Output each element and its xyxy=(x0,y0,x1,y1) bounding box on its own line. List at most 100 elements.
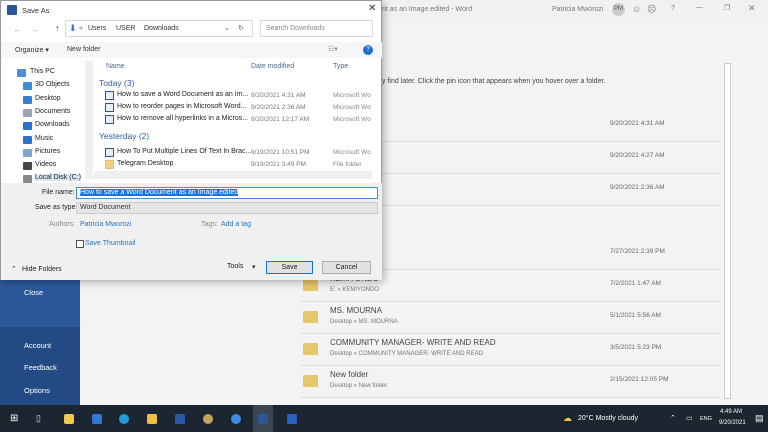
nav-item[interactable]: Videos xyxy=(35,161,56,168)
file-name[interactable]: Telegram Desktop xyxy=(117,160,173,167)
file-name[interactable]: How to save a Word Document as an Im... xyxy=(117,91,248,98)
nav-item-icon xyxy=(23,135,32,144)
network-icon[interactable]: ▭ xyxy=(686,414,693,422)
edge-icon[interactable] xyxy=(119,414,129,424)
folder-icon xyxy=(105,160,114,169)
folder-date: 9/20/2021 4:27 AM xyxy=(610,152,665,159)
avatar[interactable]: PM xyxy=(612,3,625,16)
nav-item[interactable]: Desktop xyxy=(35,95,61,102)
scrollbar[interactable] xyxy=(724,63,731,399)
word-taskbar-icon[interactable] xyxy=(258,414,268,424)
file-type: Microsoft Word xyxy=(333,116,371,123)
nav-scrollbar[interactable] xyxy=(85,61,93,179)
nav-item[interactable]: Downloads xyxy=(35,121,70,128)
save-options-panel: File name: How to save a Word Document a… xyxy=(1,183,382,280)
back-icon[interactable]: ← xyxy=(13,24,22,34)
folder-icon xyxy=(303,375,318,387)
chrome-profile-icon[interactable] xyxy=(203,414,213,424)
chevron-down-icon[interactable]: ⌄ xyxy=(224,24,230,32)
sidebar-close[interactable]: Close xyxy=(24,288,43,297)
downloads-icon: ⬇ xyxy=(69,23,77,33)
browser-icon[interactable] xyxy=(231,414,241,424)
recent-folder-row[interactable]: MS. MOURNA Desktop » MS. MOURNA 5/1/2021… xyxy=(300,302,720,334)
chevron-up-icon[interactable]: ⌃ xyxy=(11,265,17,273)
nav-item[interactable]: Local Disk (C:) xyxy=(35,174,81,182)
app-icon[interactable] xyxy=(175,414,185,424)
nav-item[interactable]: Music xyxy=(35,135,53,142)
thumbnail-checkbox[interactable] xyxy=(76,240,84,248)
save-type-select[interactable]: Word Document xyxy=(76,202,378,214)
nav-item[interactable]: Pictures xyxy=(35,148,60,155)
organize-button[interactable]: Organize ▾ xyxy=(15,46,49,54)
sidebar-feedback[interactable]: Feedback xyxy=(24,363,57,372)
folder-date: 9/20/2021 2:36 AM xyxy=(610,184,665,191)
column-date[interactable]: Date modified xyxy=(251,63,294,70)
cancel-button[interactable]: Cancel xyxy=(322,261,371,274)
start-icon[interactable]: ⊞ xyxy=(10,413,18,424)
breadcrumb-overflow[interactable]: « xyxy=(79,25,83,32)
close-icon[interactable]: ✕ xyxy=(748,3,756,14)
file-type: File folder xyxy=(333,161,362,168)
save-type-label: Save as type: xyxy=(35,204,78,211)
breadcrumb-downloads[interactable]: Downloads xyxy=(144,25,179,32)
address-bar[interactable]: ⬇ « Users USER Downloads ⌄ ↻ xyxy=(65,20,253,37)
save-button[interactable]: Save xyxy=(266,261,313,274)
recent-folder-row[interactable]: COMMUNITY MANAGER- WRITE AND READ Deskto… xyxy=(300,334,720,366)
breadcrumb-users[interactable]: Users xyxy=(88,25,106,32)
sidebar-options[interactable]: Options xyxy=(24,386,50,395)
group-header[interactable]: Yesterday (2) xyxy=(99,131,149,141)
tools-button[interactable]: Tools xyxy=(227,263,243,270)
group-header[interactable]: Today (3) xyxy=(99,78,134,88)
nav-item[interactable]: 3D Objects xyxy=(35,81,70,88)
column-type[interactable]: Type xyxy=(333,63,348,70)
task-view-icon[interactable]: ▯ xyxy=(36,413,41,424)
clock-date[interactable]: 9/20/2021 xyxy=(719,420,746,426)
smile-icon[interactable]: ☺ xyxy=(632,4,641,14)
file-name-input[interactable]: How to save a Word Document as an Image.… xyxy=(76,187,378,199)
minimize-icon[interactable]: — xyxy=(696,4,703,11)
recent-folder-row[interactable]: New folder Desktop » New folder 2/15/202… xyxy=(300,366,720,398)
nav-item[interactable]: This PC xyxy=(30,68,55,75)
new-folder-button[interactable]: New folder xyxy=(67,46,100,53)
nav-item[interactable]: Documents xyxy=(35,108,70,115)
add-tag-link[interactable]: Add a tag xyxy=(221,221,251,228)
file-name[interactable]: How To Put Multiple Lines Of Text In Bra… xyxy=(117,148,251,155)
file-explorer-icon[interactable] xyxy=(147,414,157,424)
file-name[interactable]: How to reorder pages in Microsoft Word..… xyxy=(117,103,246,110)
folder-path: Desktop » New folder xyxy=(330,383,388,389)
horizontal-scrollbar[interactable] xyxy=(94,171,372,179)
column-name[interactable]: Name xyxy=(106,63,125,70)
weather-text[interactable]: 20°C Mostly cloudy xyxy=(578,415,638,422)
restore-icon[interactable]: ❐ xyxy=(724,4,730,12)
store-icon[interactable] xyxy=(64,414,74,424)
thumbnail-label[interactable]: Save Thumbnail xyxy=(85,240,135,247)
folder-icon xyxy=(303,343,318,355)
hide-folders-button[interactable]: Hide Folders xyxy=(22,266,62,273)
tools-dropdown-icon[interactable]: ▾ xyxy=(252,263,256,271)
folder-path: Desktop » MS. MOURNA xyxy=(330,319,398,325)
refresh-icon[interactable]: ↻ xyxy=(238,24,244,32)
sidebar-account[interactable]: Account xyxy=(24,341,51,350)
toolbar: Organize ▾ New folder ☷▾ ? xyxy=(1,42,382,58)
authors-value[interactable]: Patricia Mworozi xyxy=(80,221,131,228)
forward-icon[interactable]: → xyxy=(30,24,39,34)
app2-icon[interactable] xyxy=(287,414,297,424)
notifications-icon[interactable]: ▤ xyxy=(755,413,764,424)
help-icon[interactable]: ? xyxy=(363,45,373,55)
weather-icon: ☁ xyxy=(563,413,572,423)
breadcrumb-user[interactable]: USER xyxy=(116,25,135,32)
folder-path: E: » KEMIYONDO xyxy=(330,287,380,293)
search-input[interactable]: Search Downloads xyxy=(260,20,373,37)
dialog-title: Save As xyxy=(22,6,50,15)
mail-icon[interactable] xyxy=(92,414,102,424)
help-icon[interactable]: ? xyxy=(671,5,675,12)
view-options-icon[interactable]: ☷▾ xyxy=(328,45,338,53)
frown-icon[interactable]: ☹ xyxy=(647,4,656,15)
file-name[interactable]: How to remove all hyperlinks in a Micros… xyxy=(117,115,248,122)
clock-time[interactable]: 4:49 AM xyxy=(720,409,742,415)
chevron-up-icon[interactable]: ⌃ xyxy=(670,414,676,422)
dialog-close-icon[interactable]: ✕ xyxy=(368,3,376,14)
language-indicator[interactable]: ENG xyxy=(700,416,712,422)
up-icon[interactable]: ↑ xyxy=(55,23,60,33)
nav-item-icon xyxy=(23,122,32,131)
